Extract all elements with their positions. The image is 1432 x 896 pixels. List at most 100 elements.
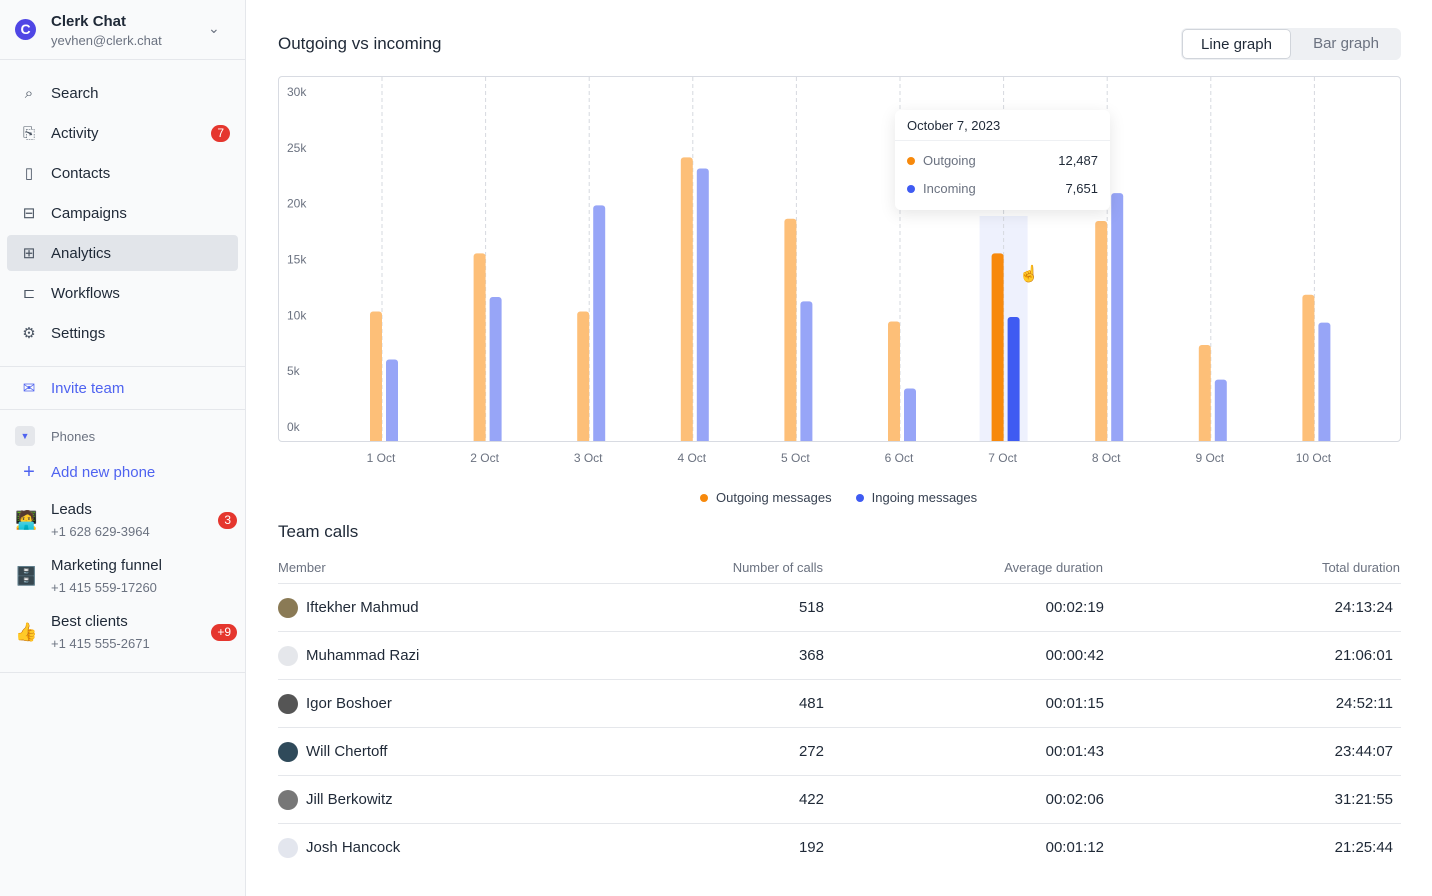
inbox-icon: ⊟ (22, 205, 36, 222)
y-tick-label: 20k (287, 197, 307, 211)
sidebar-item-label: Campaigns (51, 204, 127, 222)
table-row[interactable]: Muhammad Razi 368 00:00:42 21:06:01 (278, 631, 1401, 679)
phone-name: Leads (51, 501, 92, 518)
chevron-down-icon[interactable]: ⌄ (208, 20, 220, 37)
divider (0, 409, 245, 410)
sidebar-item-settings[interactable]: ⚙ Settings (7, 315, 238, 351)
sidebar-item-label: Search (51, 84, 99, 102)
member-name: Muhammad Razi (306, 647, 420, 664)
sidebar-item-analytics[interactable]: ⊞ Analytics (7, 235, 238, 271)
x-tick-label: 6 Oct (885, 451, 914, 465)
bar-outgoing (784, 218, 797, 445)
workspace-switcher[interactable]: C Clerk Chat yevhen@clerk.chat ⌄ (0, 0, 245, 60)
add-new-phone-button[interactable]: + Add new phone (7, 454, 238, 490)
chart-title: Outgoing vs incoming (278, 34, 442, 53)
outgoing-dot-icon (907, 157, 915, 165)
y-tick-label: 10k (287, 308, 307, 322)
sidebar-item-label: Analytics (51, 244, 112, 262)
legend-label: Outgoing messages (716, 490, 832, 505)
phone-item[interactable]: 🧑‍💻 Leads +1 628 629-3964 3 (0, 500, 245, 550)
phone-name: Best clients (51, 613, 128, 630)
table-row[interactable]: Josh Hancock 192 00:01:12 21:25:44 (278, 823, 1401, 871)
sidebar-item-workflows[interactable]: ⊏ Workflows (7, 275, 238, 311)
table-row[interactable]: Will Chertoff 272 00:01:43 23:44:07 (278, 727, 1401, 775)
workflow-icon: ⊏ (22, 285, 36, 302)
sidebar-item-label: Workflows (51, 284, 120, 302)
sidebar-item-label: Contacts (51, 164, 111, 182)
column-header-member[interactable]: Member (278, 560, 326, 575)
bar-outgoing (991, 253, 1004, 445)
x-tick-label: 9 Oct (1195, 451, 1224, 465)
chart-area: 0k 5k 10k 15k 20k 25k 30k (278, 76, 1401, 445)
legend-outgoing[interactable]: Outgoing messages (700, 490, 832, 505)
chart-legend: Outgoing messages Ingoing messages (700, 490, 977, 505)
presentation-icon: ⊞ (22, 245, 36, 262)
workspace-email: yevhen@clerk.chat (51, 33, 162, 48)
gear-icon: ⚙ (22, 325, 36, 342)
sidebar-item-contacts[interactable]: ▯ Contacts (7, 155, 238, 191)
number-of-calls: 192 (798, 839, 824, 856)
tooltip-row-outgoing: Outgoing 12,487 (907, 153, 1098, 168)
hand-cursor-icon: ☝ (1019, 266, 1039, 283)
notification-badge: +9 (211, 624, 237, 641)
tooltip-label: Outgoing (923, 153, 976, 168)
bar-incoming (1318, 322, 1331, 445)
total-duration: 24:13:24 (1334, 599, 1393, 616)
table-row[interactable]: Jill Berkowitz 422 00:02:06 31:21:55 (278, 775, 1401, 823)
line-graph-tab[interactable]: Line graph (1182, 29, 1291, 59)
mailbox-icon: ⎘ (22, 124, 35, 142)
total-duration: 21:25:44 (1334, 839, 1393, 856)
invite-team-button[interactable]: ✉ Invite team (7, 370, 238, 406)
y-tick-label: 30k (287, 85, 307, 99)
outgoing-dot-icon (700, 494, 708, 502)
avatar (278, 694, 298, 714)
member-name: Will Chertoff (306, 743, 388, 760)
tooltip-label: Incoming (923, 181, 976, 196)
sidebar-item-campaigns[interactable]: ⊟ Campaigns (7, 195, 238, 231)
x-tick-label: 1 Oct (367, 451, 396, 465)
bar-incoming (386, 359, 398, 445)
phones-collapse-toggle[interactable]: ▼ (15, 426, 35, 446)
phone-emoji-icon: 👍 (15, 622, 38, 642)
phone-number: +1 628 629-3964 (51, 524, 150, 539)
sidebar-item-activity[interactable]: ⎘ Activity 7 (7, 115, 238, 151)
column-header-calls[interactable]: Number of calls (733, 560, 823, 575)
phone-item[interactable]: 🗄️ Marketing funnel +1 415 559-17260 (0, 556, 245, 606)
total-duration: 24:52:11 (1335, 695, 1393, 712)
add-new-phone-label: Add new phone (51, 463, 156, 481)
bar-incoming (1214, 379, 1227, 445)
average-duration: 00:02:06 (1045, 791, 1104, 808)
x-tick-label: 8 Oct (1092, 451, 1121, 465)
notification-badge: 3 (218, 512, 237, 529)
bar-outgoing (370, 311, 382, 445)
notification-badge: 7 (211, 124, 230, 142)
phone-emoji-icon: 🗄️ (15, 566, 38, 586)
team-calls-title: Team calls (278, 522, 359, 541)
mail-plus-icon: ✉ (22, 380, 36, 397)
x-tick-label: 3 Oct (574, 451, 603, 465)
table-row[interactable]: Igor Boshoer 481 00:01:15 24:52:11 (278, 679, 1401, 727)
column-header-total[interactable]: Total duration (1322, 560, 1400, 575)
tooltip-value: 7,651 (1065, 181, 1098, 196)
column-header-average[interactable]: Average duration (1004, 560, 1103, 575)
table-row[interactable]: Iftekher Mahmud 518 00:02:19 24:13:24 (278, 583, 1401, 631)
phone-item[interactable]: 👍 Best clients +1 415 555-2671 +9 (0, 612, 245, 662)
divider (895, 140, 1110, 141)
bar-incoming (1111, 193, 1124, 445)
avatar (278, 646, 298, 666)
tooltip-date: October 7, 2023 (907, 118, 1001, 133)
number-of-calls: 368 (798, 647, 824, 664)
sidebar-item-search[interactable]: ⌕ Search (7, 75, 238, 111)
bar-graph-tab[interactable]: Bar graph (1293, 29, 1399, 59)
legend-incoming[interactable]: Ingoing messages (855, 490, 977, 505)
avatar (278, 790, 298, 810)
clerk-chat-logo: C (15, 19, 36, 40)
y-tick-label: 25k (287, 141, 307, 155)
bar-outgoing (680, 157, 693, 445)
incoming-dot-icon (907, 185, 915, 193)
number-of-calls: 518 (798, 599, 824, 616)
y-tick-label: 0k (287, 420, 301, 434)
bar-incoming (1007, 317, 1020, 445)
x-tick-label: 2 Oct (470, 451, 499, 465)
member-name: Iftekher Mahmud (306, 599, 419, 616)
